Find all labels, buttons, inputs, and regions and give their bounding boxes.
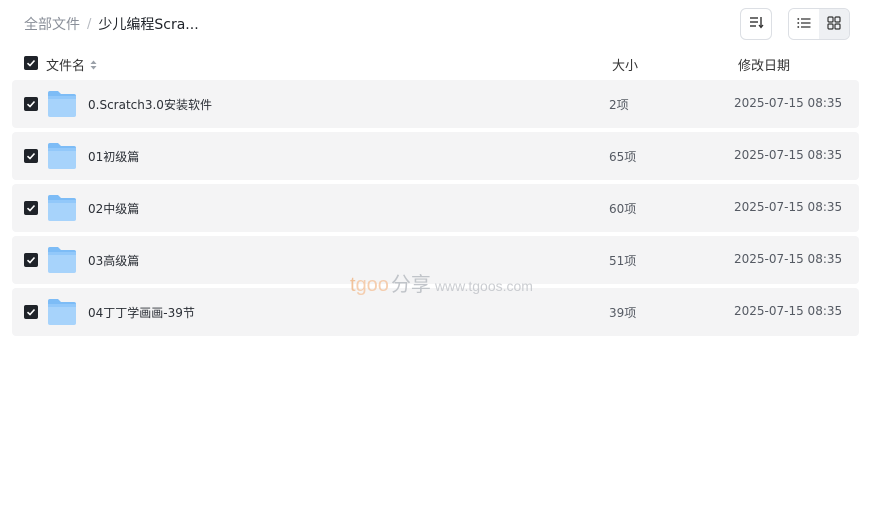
row-checkbox[interactable] [24, 97, 38, 111]
table-row[interactable]: 01初级篇 65项 2025-07-15 08:35 [12, 132, 859, 180]
check-icon [26, 152, 36, 160]
sort-icon [748, 14, 764, 34]
table-header: 文件名 大小 修改日期 [12, 52, 859, 76]
row-name[interactable]: 04丁丁学画画-39节 [88, 304, 195, 321]
column-header-name-label: 文件名 [46, 59, 86, 74]
folder-icon [47, 142, 77, 170]
breadcrumb-separator: / [87, 16, 92, 32]
column-header-name[interactable]: 文件名 [46, 55, 97, 74]
row-date: 2025-07-15 08:35 [734, 96, 843, 110]
view-toggle [788, 8, 850, 40]
folder-icon [47, 246, 77, 274]
folder-icon [47, 90, 77, 118]
breadcrumb-root-link[interactable]: 全部文件 [24, 14, 80, 34]
sort-arrows-icon [90, 60, 97, 70]
row-date: 2025-07-15 08:35 [734, 304, 843, 318]
breadcrumb: 全部文件 / 少儿编程Scra... [24, 14, 199, 34]
row-date: 2025-07-15 08:35 [734, 200, 843, 214]
check-icon [26, 256, 36, 264]
row-date: 2025-07-15 08:35 [734, 148, 843, 162]
breadcrumb-current: 少儿编程Scra... [98, 17, 199, 33]
row-name[interactable]: 03高级篇 [88, 252, 139, 269]
check-icon [26, 308, 36, 316]
check-icon [26, 59, 36, 67]
watermark-logo-goo: goo [355, 274, 389, 296]
table-row[interactable]: 0.Scratch3.0安装软件 2项 2025-07-15 08:35 [12, 80, 859, 128]
watermark-share-text: 分享 [390, 272, 431, 296]
row-checkbox[interactable] [24, 253, 38, 267]
row-name[interactable]: 01初级篇 [88, 148, 139, 165]
folder-icon [47, 298, 77, 326]
watermark: t goo 分享 www.tgoos.com [350, 268, 533, 297]
row-size: 39项 [609, 306, 637, 320]
table-row[interactable]: 02中级篇 60项 2025-07-15 08:35 [12, 184, 859, 232]
row-name[interactable]: 02中级篇 [88, 200, 139, 217]
check-icon [26, 100, 36, 108]
check-icon [26, 204, 36, 212]
row-checkbox[interactable] [24, 305, 38, 319]
watermark-url: www.tgoos.com [434, 278, 533, 294]
grid-view-icon [827, 15, 841, 34]
grid-view-button[interactable] [819, 9, 849, 39]
column-header-date[interactable]: 修改日期 [738, 55, 790, 74]
row-size: 60项 [609, 202, 637, 216]
list-view-icon [797, 15, 811, 34]
column-header-size[interactable]: 大小 [612, 55, 638, 74]
select-all-checkbox[interactable] [24, 56, 38, 70]
row-name[interactable]: 0.Scratch3.0安装软件 [88, 96, 212, 113]
top-bar: 全部文件 / 少儿编程Scra... [0, 0, 874, 48]
row-size: 2项 [609, 98, 629, 112]
list-view-button[interactable] [789, 9, 819, 39]
sort-button[interactable] [740, 8, 772, 40]
row-size: 51项 [609, 254, 637, 268]
row-size: 65项 [609, 150, 637, 164]
folder-icon [47, 194, 77, 222]
row-checkbox[interactable] [24, 201, 38, 215]
row-date: 2025-07-15 08:35 [734, 252, 843, 266]
row-checkbox[interactable] [24, 149, 38, 163]
